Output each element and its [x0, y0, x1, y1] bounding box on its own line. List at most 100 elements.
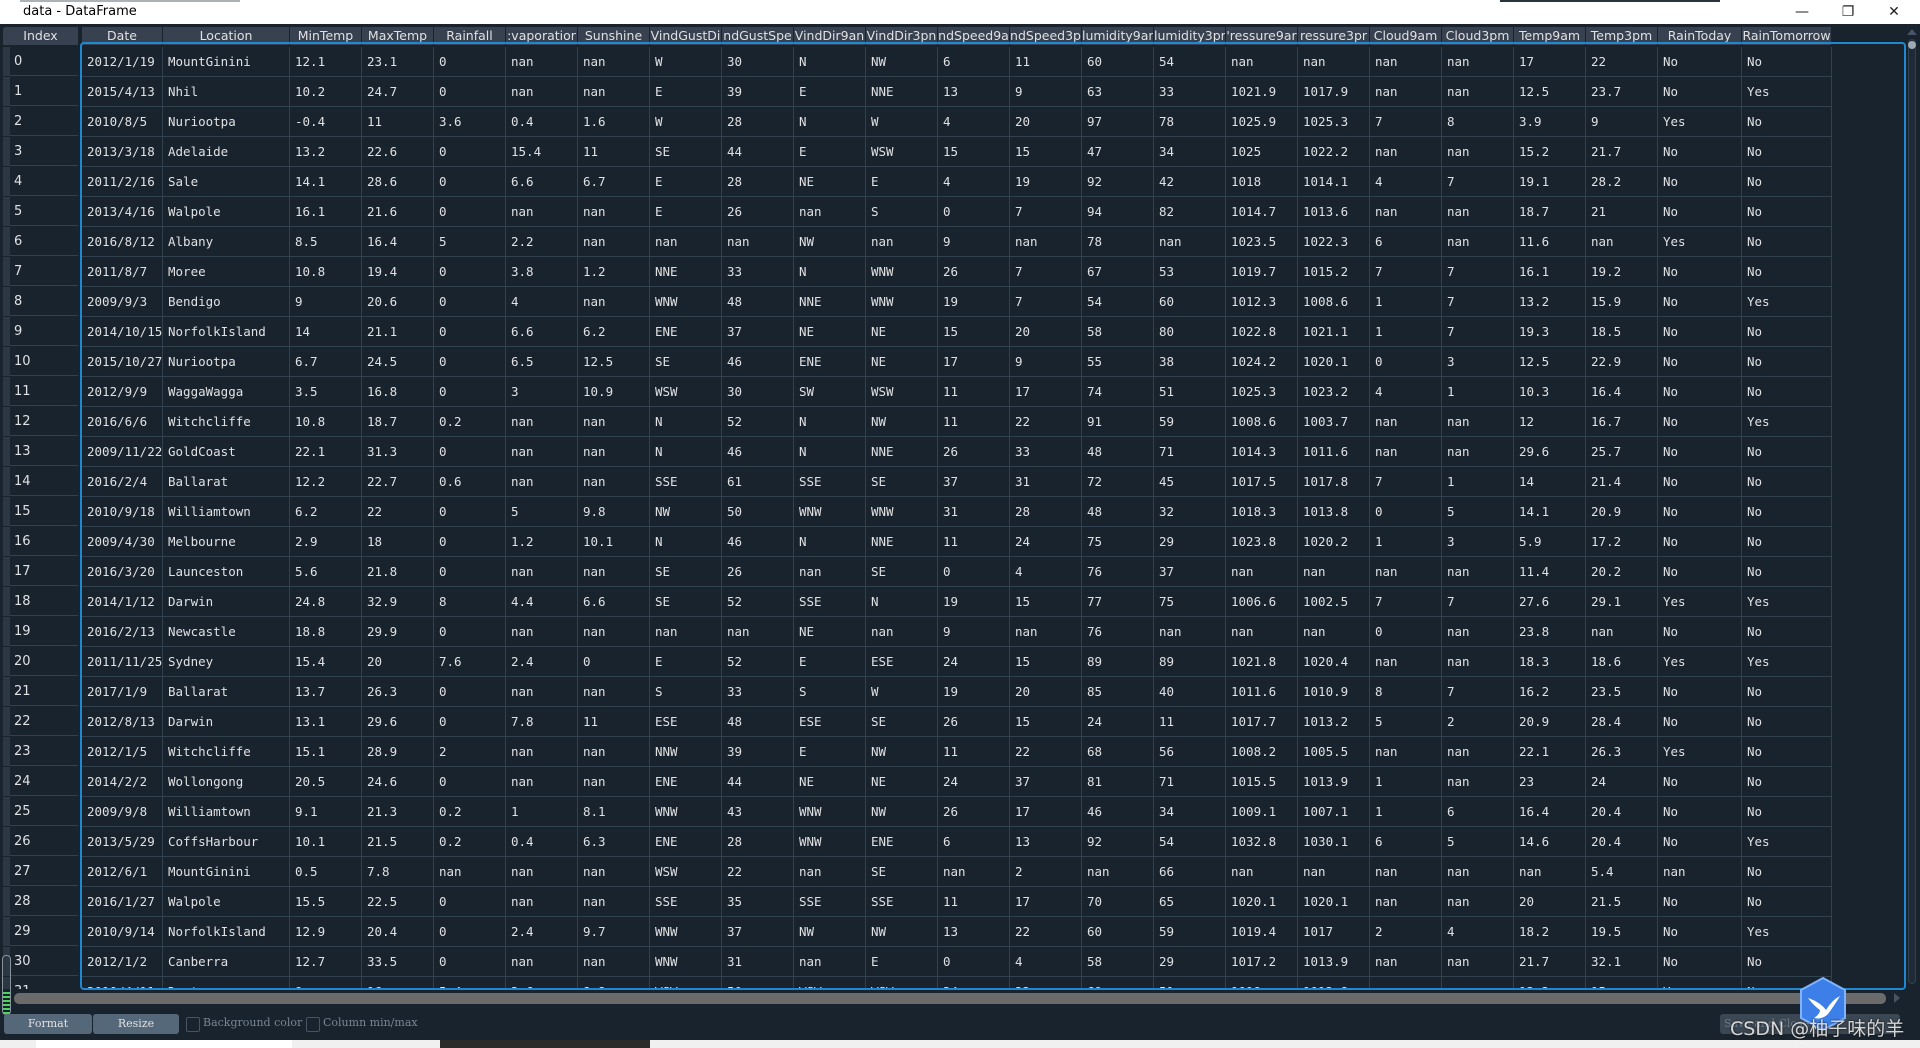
table-cell[interactable]: 24.5 — [362, 347, 434, 377]
table-cell[interactable]: 8.8 — [578, 977, 650, 988]
table-cell[interactable]: 4 — [1010, 557, 1082, 587]
table-cell[interactable]: 21.4 — [1586, 467, 1658, 497]
table-cell[interactable]: 21.3 — [362, 797, 434, 827]
table-cell[interactable]: Williamtown — [163, 797, 290, 827]
table-cell[interactable]: 10.8 — [290, 407, 362, 437]
table-cell[interactable]: No — [1742, 557, 1832, 587]
table-cell[interactable]: WSW — [866, 977, 938, 988]
table-cell[interactable]: 11.4 — [1514, 557, 1586, 587]
table-cell[interactable]: 3 — [506, 377, 578, 407]
table-cell[interactable]: 24 — [1082, 707, 1154, 737]
table-cell[interactable]: WaggaWagga — [163, 377, 290, 407]
table-cell[interactable]: 1020.2 — [1298, 527, 1370, 557]
table-cell[interactable]: 18.8 — [290, 617, 362, 647]
table-cell[interactable]: 2013/5/29 — [82, 827, 163, 857]
table-cell[interactable]: 33 — [1010, 437, 1082, 467]
table-cell[interactable]: No — [1742, 197, 1832, 227]
table-cell[interactable]: N — [794, 47, 866, 77]
table-cell[interactable]: 22.6 — [362, 137, 434, 167]
table-cell[interactable]: nan — [1298, 857, 1370, 887]
table-cell[interactable]: 1.2 — [506, 527, 578, 557]
table-cell[interactable]: 1007.1 — [1298, 797, 1370, 827]
table-cell[interactable]: NE — [794, 167, 866, 197]
row-header-handle[interactable] — [3, 677, 10, 706]
table-cell[interactable]: No — [1742, 257, 1832, 287]
table-cell[interactable]: 68 — [1082, 737, 1154, 767]
table-cell[interactable]: nan — [1370, 647, 1442, 677]
table-cell[interactable]: 0 — [434, 77, 506, 107]
table-cell[interactable]: 2.4 — [506, 917, 578, 947]
table-cell[interactable]: 0 — [938, 557, 1010, 587]
table-cell[interactable]: SSE — [866, 887, 938, 917]
table-cell[interactable]: nan — [866, 227, 938, 257]
table-cell[interactable]: 1023.2 — [1298, 377, 1370, 407]
table-cell[interactable]: nan — [506, 857, 578, 887]
table-cell[interactable]: nan — [1010, 227, 1082, 257]
table-cell[interactable]: 13 — [938, 917, 1010, 947]
table-cell[interactable]: 48 — [1082, 437, 1154, 467]
table-cell[interactable]: 8 — [1442, 107, 1514, 137]
table-cell[interactable]: nan — [650, 617, 722, 647]
table-cell[interactable]: 39 — [722, 77, 794, 107]
table-cell[interactable]: 22 — [1010, 977, 1082, 988]
row-index[interactable]: 2 — [10, 107, 78, 136]
table-cell[interactable]: 2016/2/13 — [82, 617, 163, 647]
table-cell[interactable]: nan — [434, 857, 506, 887]
table-cell[interactable]: 10.3 — [1514, 377, 1586, 407]
table-cell[interactable]: WNW — [794, 497, 866, 527]
table-cell[interactable]: ESE — [650, 707, 722, 737]
table-cell[interactable]: 0 — [434, 947, 506, 977]
table-cell[interactable]: 70 — [1082, 887, 1154, 917]
table-cell[interactable]: SSE — [794, 467, 866, 497]
table-cell[interactable]: nan — [506, 437, 578, 467]
table-cell[interactable]: 26.3 — [1586, 737, 1658, 767]
table-cell[interactable]: 39 — [722, 737, 794, 767]
table-cell[interactable]: W — [650, 107, 722, 137]
table-cell[interactable]: nan — [506, 767, 578, 797]
table-cell[interactable]: 12.5 — [1514, 347, 1586, 377]
table-cell[interactable]: 51 — [1154, 377, 1226, 407]
table-cell[interactable]: 15.4 — [290, 647, 362, 677]
table-cell[interactable]: 46 — [722, 527, 794, 557]
table-cell[interactable]: 20.5 — [290, 767, 362, 797]
table-cell[interactable]: 5 — [1442, 827, 1514, 857]
table-cell[interactable]: nan — [578, 617, 650, 647]
table-cell[interactable]: 31 — [1010, 467, 1082, 497]
table-cell[interactable]: No — [1658, 827, 1742, 857]
table-cell[interactable]: E — [650, 77, 722, 107]
row-header-handle[interactable] — [3, 467, 10, 496]
table-cell[interactable]: 0 — [434, 767, 506, 797]
table-cell[interactable]: 20.2 — [1586, 557, 1658, 587]
row-header-handle[interactable] — [3, 407, 10, 436]
table-cell[interactable]: 26 — [938, 257, 1010, 287]
table-cell[interactable]: 16.8 — [362, 377, 434, 407]
table-cell[interactable]: 0.2 — [434, 797, 506, 827]
table-cell[interactable]: 5 — [434, 227, 506, 257]
table-cell[interactable]: Yes — [1742, 917, 1832, 947]
table-cell[interactable]: MountGinini — [163, 857, 290, 887]
table-cell[interactable]: No — [1742, 377, 1832, 407]
row-header-handle[interactable] — [3, 377, 10, 406]
table-cell[interactable]: 14 — [1514, 467, 1586, 497]
table-cell[interactable]: 26 — [938, 437, 1010, 467]
table-cell[interactable]: 91 — [1082, 407, 1154, 437]
table-cell[interactable]: SE — [866, 467, 938, 497]
table-cell[interactable]: 16.1 — [290, 197, 362, 227]
table-cell[interactable]: 1008.6 — [1226, 407, 1298, 437]
table-cell[interactable]: 2011/2/16 — [82, 167, 163, 197]
table-cell[interactable]: 2009/11/22 — [82, 437, 163, 467]
table-cell[interactable]: No — [1742, 227, 1832, 257]
table-cell[interactable]: 0 — [434, 347, 506, 377]
table-cell[interactable]: nan — [506, 677, 578, 707]
table-cell[interactable]: SE — [650, 347, 722, 377]
table-cell[interactable]: 0 — [434, 917, 506, 947]
table-cell[interactable]: No — [1658, 947, 1742, 977]
table-cell[interactable]: No — [1658, 47, 1742, 77]
table-cell[interactable]: nan — [578, 197, 650, 227]
table-cell[interactable]: NW — [866, 737, 938, 767]
table-cell[interactable]: 44 — [722, 767, 794, 797]
table-cell[interactable]: NW — [866, 797, 938, 827]
table-cell[interactable]: 13.2 — [1514, 977, 1586, 988]
table-cell[interactable]: No — [1742, 617, 1832, 647]
scroll-up-icon[interactable] — [1907, 29, 1917, 35]
